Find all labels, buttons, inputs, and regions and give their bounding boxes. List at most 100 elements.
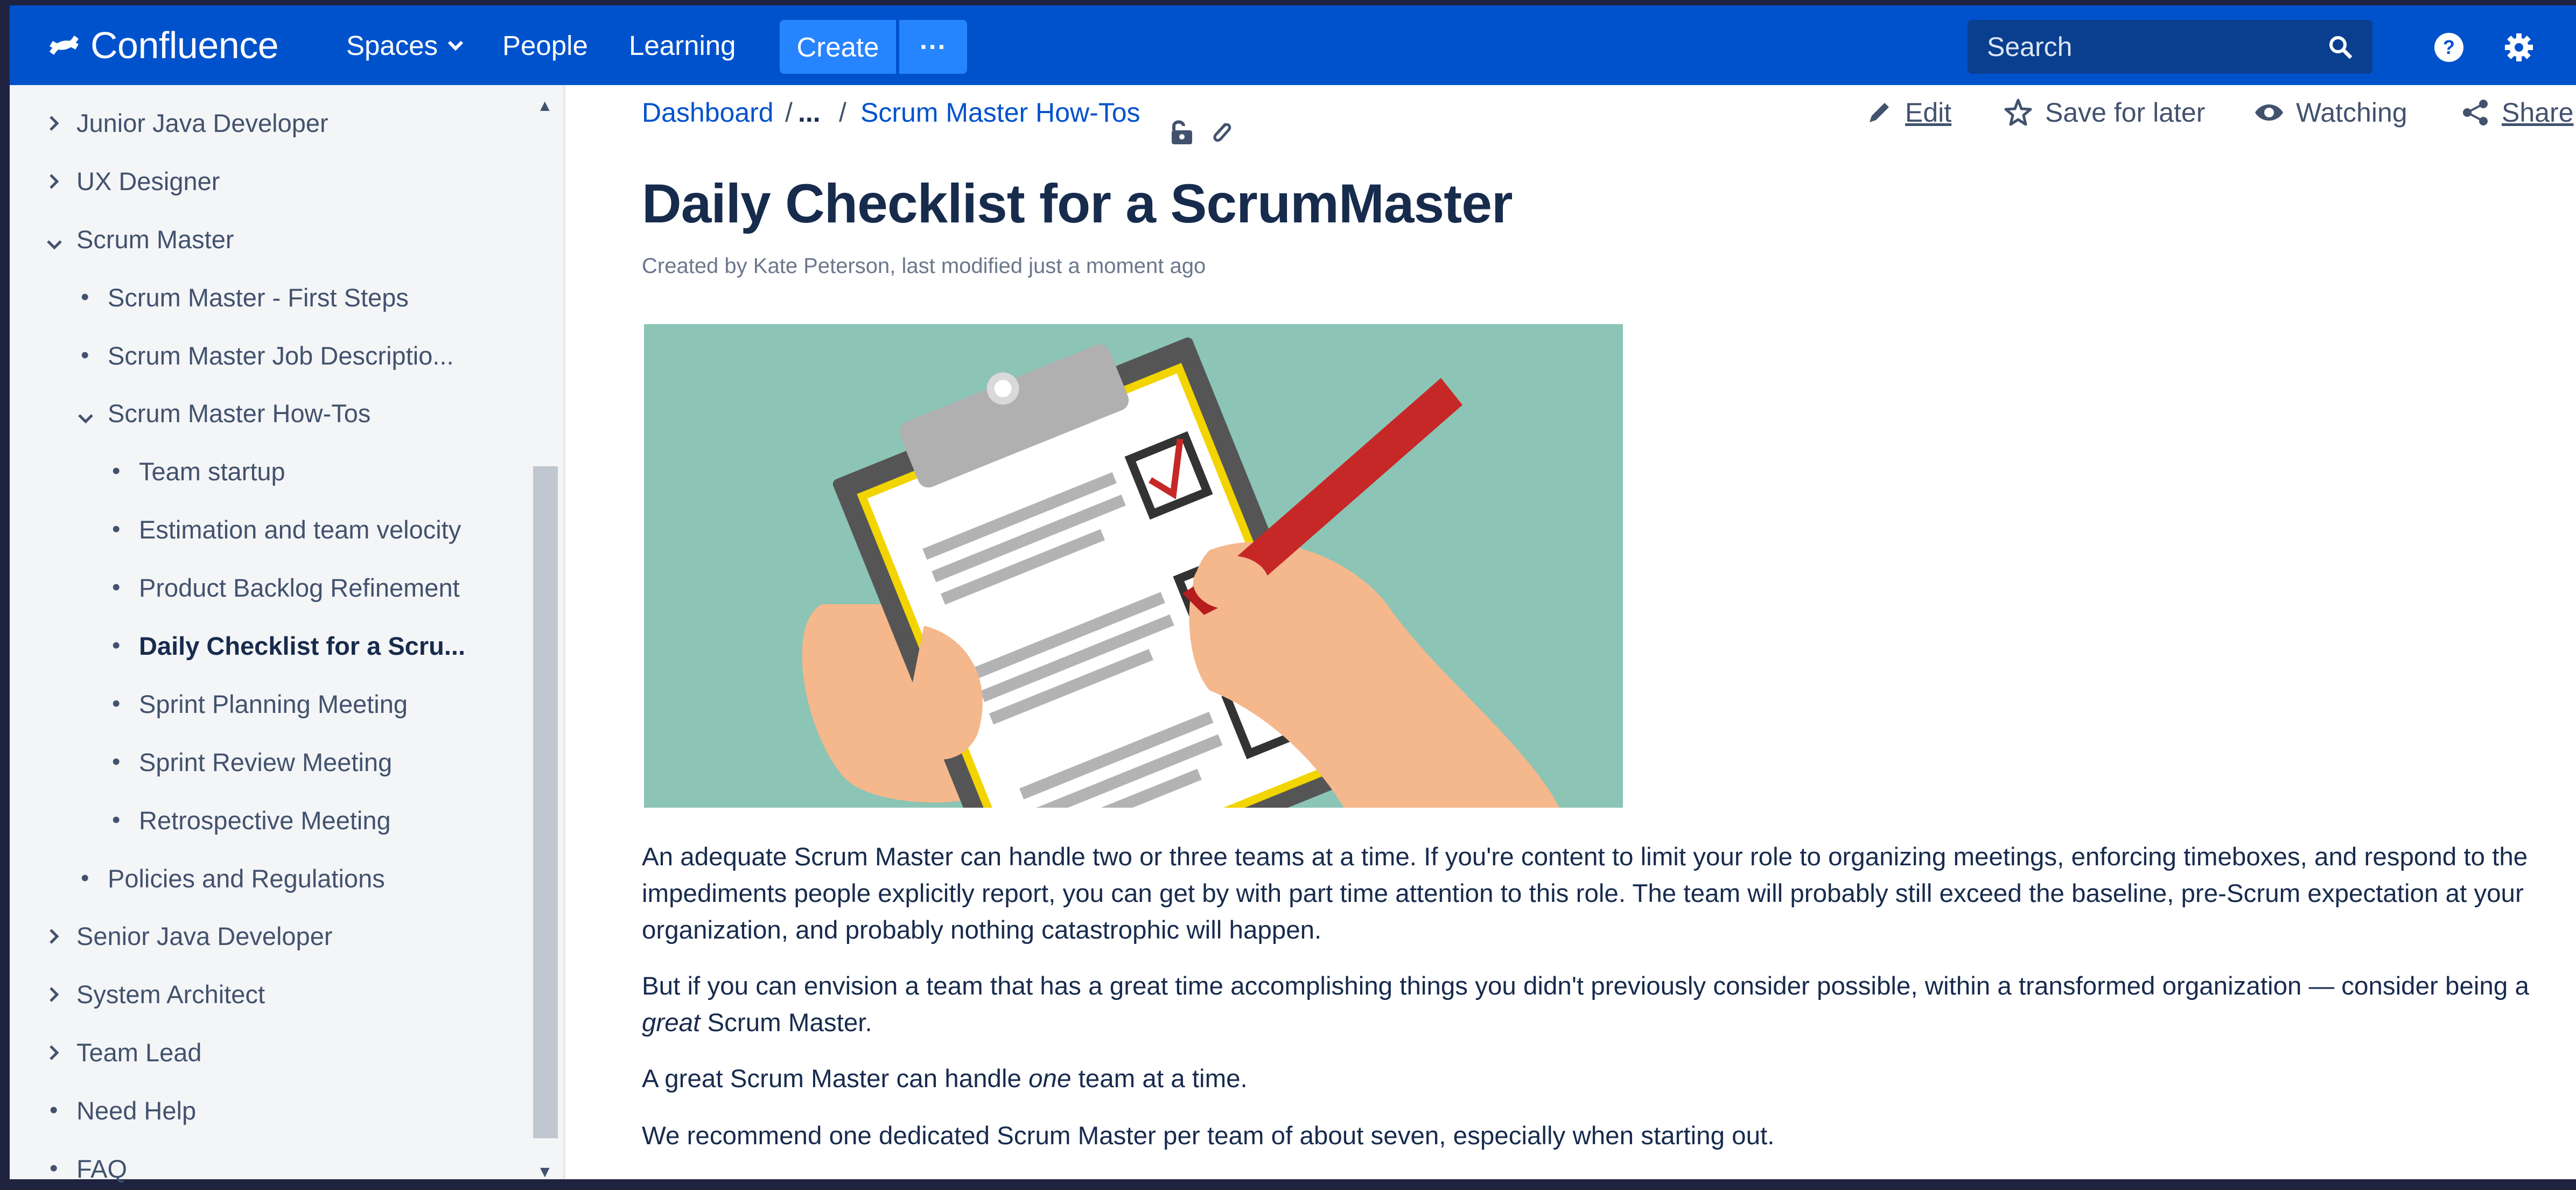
chevron-down-icon[interactable] (46, 230, 62, 256)
help-icon[interactable]: ? (2434, 32, 2464, 62)
sidebar-item-label: Scrum Master Job Descriptio... (108, 341, 454, 370)
body-paragraph: A great Scrum Master can handle one team… (642, 1065, 1248, 1093)
bullet-icon: • (112, 690, 121, 717)
breadcrumb-separator: / (785, 97, 793, 128)
share-button[interactable]: Share (2461, 97, 2573, 128)
sidebar-item[interactable]: System Architect (50, 972, 265, 1016)
search-placeholder: Search (1987, 32, 2073, 62)
sidebar-item-label: Junior Java Developer (76, 108, 328, 137)
sidebar-item[interactable]: Team Lead (50, 1031, 202, 1074)
chevron-right-icon[interactable] (48, 1040, 60, 1066)
bullet-icon: • (50, 1155, 58, 1181)
bullet-icon: • (81, 342, 89, 368)
pencil-icon (1870, 103, 1889, 122)
sidebar-item-label: System Architect (76, 979, 265, 1009)
watching-label: Watching (2296, 97, 2407, 128)
confluence-logo-icon[interactable] (47, 30, 81, 60)
sidebar-item-label: Scrum Master - First Steps (108, 283, 409, 312)
sidebar-item-label: UX Designer (76, 166, 220, 195)
search-input[interactable]: Search (1968, 20, 2372, 74)
bullet-icon: • (112, 632, 121, 659)
sidebar-item-label: Retrospective Meeting (139, 806, 391, 835)
scroll-up-arrow-icon[interactable]: ▲ (537, 97, 553, 115)
sidebar-item-label: Policies and Regulations (108, 864, 385, 893)
body-paragraph: We recommend one dedicated Scrum Master … (642, 1122, 1775, 1150)
bullet-icon: • (112, 807, 121, 833)
bullet-icon: • (112, 574, 121, 600)
sidebar-item[interactable]: UX Designer (50, 159, 220, 202)
body-paragraph: But if you can envision a team that has … (642, 968, 2570, 1041)
breadcrumb-dashboard[interactable]: Dashboard (642, 97, 774, 128)
sidebar-item-label: Scrum Master (76, 225, 234, 254)
sidebar-item-label: Daily Checklist for a Scru... (139, 631, 465, 660)
nav-learning-link[interactable]: Learning (629, 5, 736, 85)
bullet-icon: • (112, 516, 121, 542)
watching-button[interactable]: Watching (2254, 97, 2407, 128)
star-icon (2004, 99, 2032, 126)
sidebar-scroll-thumb[interactable] (533, 466, 558, 1138)
sidebar-item-label: Sprint Review Meeting (139, 747, 393, 776)
scroll-down-arrow-icon[interactable]: ▼ (537, 1163, 553, 1181)
sidebar-item[interactable]: Scrum Master (47, 218, 234, 261)
create-more-button[interactable]: ··· (899, 20, 967, 74)
chevron-right-icon[interactable] (48, 169, 60, 195)
sidebar-item-label: Estimation and team velocity (139, 515, 461, 544)
sidebar-item-label: Team startup (139, 457, 285, 486)
sidebar-item-label: Product Backlog Refinement (139, 573, 460, 602)
chevron-right-icon[interactable] (48, 982, 60, 1008)
unlock-icon[interactable] (1170, 118, 1194, 145)
sidebar-item[interactable]: • Retrospective Meeting (112, 799, 391, 842)
sidebar-item-label: Senior Java Developer (76, 921, 333, 950)
chevron-right-icon[interactable] (48, 111, 60, 137)
sidebar-item-label: Need Help (76, 1096, 197, 1125)
body-paragraph: An adequate Scrum Master can handle two … (642, 843, 2528, 944)
breadcrumb-parent[interactable]: Scrum Master How-Tos (860, 97, 1140, 128)
edit-button[interactable]: Edit (1865, 97, 1951, 128)
sidebar-item[interactable]: • Team startup (112, 450, 285, 493)
paragraph-text: But if you can envision a team that has … (642, 972, 2529, 1037)
sidebar-item[interactable]: • Scrum Master - First Steps (81, 276, 409, 319)
share-icon (2463, 100, 2488, 125)
edit-label: Edit (1905, 97, 1952, 128)
chevron-down-icon[interactable] (78, 404, 94, 430)
sidebar-item[interactable]: • Sprint Planning Meeting (112, 682, 408, 725)
bullet-icon: • (81, 284, 89, 310)
bullet-icon: • (50, 1097, 58, 1123)
save-for-later-button[interactable]: Save for later (2003, 97, 2205, 128)
nav-spaces-label: Spaces (346, 30, 438, 61)
sidebar-item[interactable]: • Product Backlog Refinement (112, 566, 460, 609)
sidebar-item[interactable]: Scrum Master How-Tos (78, 391, 371, 435)
sidebar-item[interactable]: • Daily Checklist for a Scru... (112, 624, 465, 667)
bullet-icon: • (81, 865, 89, 891)
breadcrumb-separator: / (839, 97, 846, 128)
svg-text:?: ? (2443, 36, 2455, 58)
sidebar-item[interactable]: Junior Java Developer (50, 101, 328, 144)
sidebar-item[interactable]: Senior Java Developer (50, 914, 333, 957)
sidebar-item-label: Scrum Master How-Tos (108, 398, 371, 428)
share-label: Share (2502, 97, 2574, 128)
sidebar-item[interactable]: • Policies and Regulations (81, 857, 385, 900)
sidebar-item[interactable]: • FAQ (50, 1147, 128, 1190)
sidebar-item-label: Sprint Planning Meeting (139, 689, 408, 718)
sidebar-item-label: Team Lead (76, 1038, 202, 1067)
chevron-right-icon[interactable] (48, 924, 60, 950)
sidebar-item[interactable]: • Need Help (50, 1089, 197, 1132)
sidebar-item[interactable]: • Sprint Review Meeting (112, 740, 393, 783)
search-icon[interactable] (2327, 34, 2353, 60)
page-byline: Created by Kate Peterson, last modified … (642, 254, 1206, 278)
breadcrumb-ellipsis[interactable]: ... (798, 97, 821, 128)
nav-spaces-menu[interactable]: Spaces (346, 5, 464, 85)
sidebar-item-label: FAQ (76, 1154, 128, 1183)
sidebar-item[interactable]: • Scrum Master Job Descriptio... (81, 334, 454, 377)
page-title: Daily Checklist for a ScrumMaster (642, 173, 1513, 234)
sidebar-item[interactable]: • Estimation and team velocity (112, 508, 461, 551)
save-for-later-label: Save for later (2045, 97, 2206, 128)
bullet-icon: • (112, 458, 121, 484)
eye-icon (2255, 104, 2283, 121)
create-button[interactable]: Create (780, 20, 896, 74)
attachment-icon[interactable] (1209, 118, 1233, 145)
app-name[interactable]: Confluence (90, 5, 279, 85)
bullet-icon: • (112, 748, 121, 775)
nav-people-link[interactable]: People (502, 5, 588, 85)
settings-icon[interactable] (2504, 32, 2534, 62)
